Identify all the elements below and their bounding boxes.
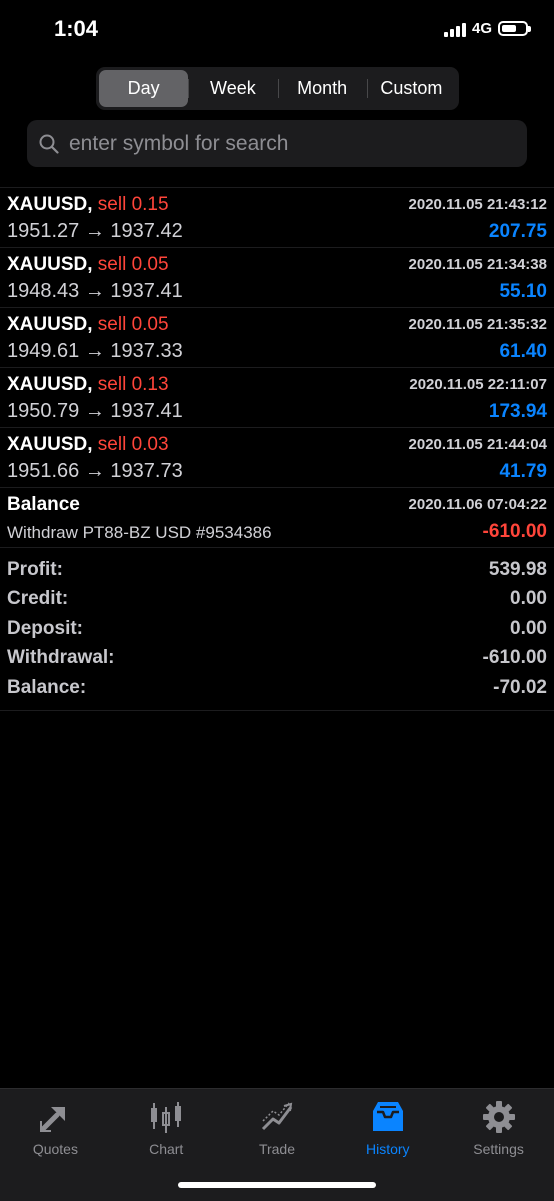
trade-type: sell 0.13	[97, 374, 169, 395]
status-indicators: 4G	[443, 20, 531, 37]
trade-prices: 1949.61 → 1937.33	[7, 340, 183, 362]
trade-profit: 41.79	[499, 461, 547, 482]
summary-value: 0.00	[510, 617, 547, 639]
summary-value: 0.00	[510, 588, 547, 610]
signal-icon	[443, 21, 466, 37]
summary-credit: Credit: 0.00	[0, 585, 554, 615]
summary-deposit: Deposit: 0.00	[0, 614, 554, 644]
summary-label: Deposit:	[7, 617, 83, 639]
trade-time: 2020.11.05 22:11:07	[409, 376, 547, 393]
trade-profit: 55.10	[499, 281, 547, 302]
search-icon	[39, 134, 59, 154]
summary-value: 539.98	[488, 558, 547, 580]
summary-withdrawal: Withdrawal: -610.00	[0, 644, 554, 674]
summary-value: -70.02	[493, 676, 547, 698]
trade-row[interactable]: XAUUSD, sell 0.13 2020.11.05 22:11:07 19…	[0, 368, 554, 428]
trade-time: 2020.11.05 21:44:04	[408, 436, 547, 453]
trade-time: 2020.11.05 21:43:12	[408, 196, 547, 213]
summary-value: -610.00	[482, 647, 547, 669]
tab-label: Chart	[149, 1141, 184, 1157]
period-segmented-control: Day Week Month Custom	[96, 67, 459, 110]
balance-amount: -610.00	[482, 521, 547, 542]
summary-profit: Profit: 539.98	[0, 555, 554, 585]
tab-label: History	[366, 1141, 410, 1157]
balance-operation-row[interactable]: Balance 2020.11.06 07:04:22 Withdraw PT8…	[0, 488, 554, 548]
balance-description: Withdraw PT88-BZ USD #9534386	[7, 523, 272, 542]
trade-prices: 1951.66 → 1937.73	[7, 460, 183, 482]
trade-row[interactable]: XAUUSD, sell 0.15 2020.11.05 21:43:12 19…	[0, 188, 554, 248]
trade-type: sell 0.15	[97, 194, 169, 215]
trade-time: 2020.11.05 21:35:32	[408, 316, 547, 333]
history-list: XAUUSD, sell 0.15 2020.11.05 21:43:12 19…	[0, 187, 554, 548]
summary-label: Withdrawal:	[7, 647, 115, 669]
trade-row[interactable]: XAUUSD, sell 0.05 2020.11.05 21:34:38 19…	[0, 248, 554, 308]
trade-prices: 1948.43 → 1937.41	[7, 280, 183, 302]
tab-week[interactable]: Week	[188, 70, 277, 107]
trade-type: sell 0.03	[97, 434, 169, 455]
tab-day[interactable]: Day	[99, 70, 189, 107]
trade-symbol: XAUUSD,	[7, 254, 93, 275]
trade-symbol: XAUUSD,	[7, 434, 93, 455]
tab-month[interactable]: Month	[277, 70, 367, 107]
trade-row[interactable]: XAUUSD, sell 0.05 2020.11.05 21:35:32 19…	[0, 308, 554, 368]
tab-label: Trade	[258, 1141, 296, 1157]
tab-label: Quotes	[32, 1141, 78, 1157]
search-bar[interactable]	[27, 120, 527, 167]
status-bar: 1:04 4G	[0, 0, 554, 60]
trade-profit: 173.94	[488, 401, 547, 422]
summary-label: Credit:	[7, 588, 69, 610]
tab-settings[interactable]: Settings	[443, 1089, 554, 1201]
tab-quotes[interactable]: Quotes	[0, 1089, 111, 1201]
trade-symbol: XAUUSD,	[7, 314, 93, 335]
gear-icon	[482, 1101, 515, 1133]
trade-time: 2020.11.05 21:34:38	[408, 256, 547, 273]
history-summary: Profit: 539.98 Credit: 0.00 Deposit: 0.00 W…	[0, 555, 554, 711]
trade-prices: 1950.79 → 1937.41	[7, 400, 183, 422]
summary-label: Profit:	[7, 558, 63, 580]
trade-type: sell 0.05	[97, 314, 169, 335]
trade-row[interactable]: XAUUSD, sell 0.03 2020.11.05 21:44:04 19…	[0, 428, 554, 488]
trade-symbol: XAUUSD,	[7, 194, 93, 215]
trade-profit: 61.40	[499, 341, 547, 362]
trade-profit: 207.75	[488, 221, 547, 242]
search-input[interactable]	[67, 130, 511, 157]
network-label: 4G	[471, 20, 492, 37]
trade-symbol: XAUUSD,	[7, 374, 93, 395]
tab-label: Settings	[473, 1141, 524, 1157]
trade-type: sell 0.05	[97, 254, 169, 275]
battery-icon	[498, 21, 531, 36]
tab-custom[interactable]: Custom	[366, 70, 456, 107]
status-time: 1:04	[54, 16, 99, 41]
balance-title: Balance	[7, 494, 80, 515]
home-indicator	[178, 1182, 376, 1188]
summary-balance: Balance: -70.02	[0, 673, 554, 703]
quotes-icon	[40, 1107, 66, 1132]
chart-candles-icon	[151, 1102, 182, 1133]
trade-prices: 1951.27 → 1937.42	[7, 220, 183, 242]
trade-icon	[261, 1102, 293, 1131]
summary-label: Balance:	[7, 676, 87, 698]
balance-time: 2020.11.06 07:04:22	[408, 496, 547, 513]
history-inbox-icon	[372, 1102, 403, 1131]
